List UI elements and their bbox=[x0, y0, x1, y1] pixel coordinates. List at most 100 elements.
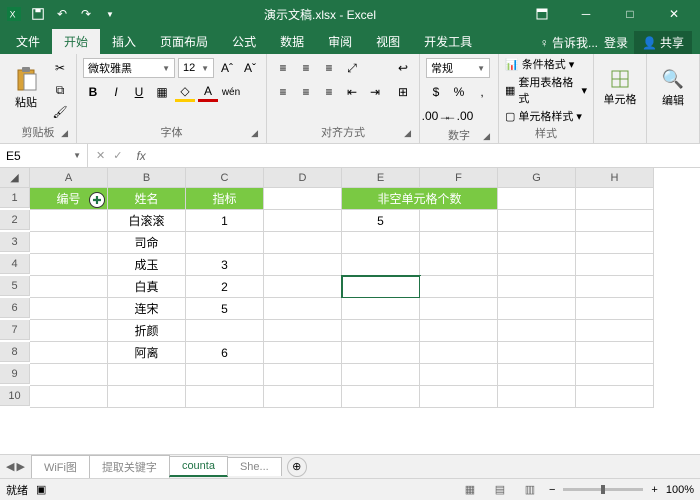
cell-A3[interactable] bbox=[30, 232, 108, 254]
font-color-icon[interactable]: A bbox=[198, 82, 218, 102]
cell-H1[interactable] bbox=[576, 188, 654, 210]
tab-review[interactable]: 审阅 bbox=[316, 29, 364, 54]
row-4[interactable]: 4 bbox=[0, 254, 30, 274]
cell-E3[interactable] bbox=[342, 232, 420, 254]
formula-bar[interactable] bbox=[152, 144, 700, 167]
login-link[interactable]: 登录 bbox=[604, 34, 628, 51]
add-sheet-icon[interactable]: ⊕ bbox=[287, 457, 307, 477]
edit-button[interactable]: 🔍 编辑 bbox=[653, 56, 693, 120]
cell-F5[interactable] bbox=[420, 276, 498, 298]
cell-D7[interactable] bbox=[264, 320, 342, 342]
row-9[interactable]: 9 bbox=[0, 364, 30, 384]
align-top-icon[interactable]: ≡ bbox=[273, 58, 293, 78]
border-icon[interactable]: ▦ bbox=[152, 82, 172, 102]
row-3[interactable]: 3 bbox=[0, 232, 30, 252]
number-launcher-icon[interactable]: ◢ bbox=[483, 131, 490, 142]
cell-F7[interactable] bbox=[420, 320, 498, 342]
cell-B3[interactable]: 司命 bbox=[108, 232, 186, 254]
cell-C5[interactable]: 2 bbox=[186, 276, 264, 298]
row-10[interactable]: 10 bbox=[0, 386, 30, 406]
cut-icon[interactable]: ✂ bbox=[50, 58, 70, 78]
cell-G5[interactable] bbox=[498, 276, 576, 298]
cell-H8[interactable] bbox=[576, 342, 654, 364]
cell-H7[interactable] bbox=[576, 320, 654, 342]
cell-C2[interactable]: 1 bbox=[186, 210, 264, 232]
row-1[interactable]: 1 bbox=[0, 188, 30, 208]
sheet-nav-prev-icon[interactable]: ◀ bbox=[6, 460, 14, 473]
font-name-combo[interactable]: 微软雅黑▼ bbox=[83, 58, 175, 78]
minimize-icon[interactable]: ─ bbox=[564, 0, 608, 28]
underline-icon[interactable]: U bbox=[129, 82, 149, 102]
cell-G6[interactable] bbox=[498, 298, 576, 320]
cell-F8[interactable] bbox=[420, 342, 498, 364]
cell-A5[interactable] bbox=[30, 276, 108, 298]
cells-button[interactable]: 单元格 bbox=[600, 56, 640, 120]
row-7[interactable]: 7 bbox=[0, 320, 30, 340]
row-6[interactable]: 6 bbox=[0, 298, 30, 318]
col-B[interactable]: B bbox=[108, 168, 186, 188]
close-icon[interactable]: ✕ bbox=[652, 0, 696, 28]
cell-D8[interactable] bbox=[264, 342, 342, 364]
accounting-icon[interactable]: $ bbox=[426, 82, 446, 102]
orientation-icon[interactable]: ⤢ bbox=[342, 58, 362, 78]
comma-icon[interactable]: , bbox=[472, 82, 492, 102]
col-D[interactable]: D bbox=[264, 168, 342, 188]
cell-D3[interactable] bbox=[264, 232, 342, 254]
cell-B4[interactable]: 成玉 bbox=[108, 254, 186, 276]
row-8[interactable]: 8 bbox=[0, 342, 30, 362]
enter-formula-icon[interactable]: ✓ bbox=[113, 149, 122, 162]
indent-inc-icon[interactable]: ⇥ bbox=[365, 82, 385, 102]
tell-me[interactable]: ♀ 告诉我... bbox=[540, 34, 598, 51]
font-launcher-icon[interactable]: ◢ bbox=[251, 128, 258, 139]
shrink-font-icon[interactable]: Aˇ bbox=[240, 58, 260, 78]
italic-icon[interactable]: I bbox=[106, 82, 126, 102]
share-button[interactable]: 👤共享 bbox=[634, 31, 692, 54]
cell-E4[interactable] bbox=[342, 254, 420, 276]
cell-G1[interactable] bbox=[498, 188, 576, 210]
save-icon[interactable] bbox=[28, 4, 48, 24]
col-E[interactable]: E bbox=[342, 168, 420, 188]
tab-formulas[interactable]: 公式 bbox=[220, 29, 268, 54]
cell-G2[interactable] bbox=[498, 210, 576, 232]
copy-icon[interactable]: ⧉ bbox=[50, 80, 70, 100]
cell-C4[interactable]: 3 bbox=[186, 254, 264, 276]
col-A[interactable]: A bbox=[30, 168, 108, 188]
cell-D6[interactable] bbox=[264, 298, 342, 320]
redo-icon[interactable]: ↷ bbox=[76, 4, 96, 24]
cell-E5[interactable] bbox=[342, 276, 420, 298]
cell-C6[interactable]: 5 bbox=[186, 298, 264, 320]
cell-B2[interactable]: 白滚滚 bbox=[108, 210, 186, 232]
number-format-combo[interactable]: 常规▼ bbox=[426, 58, 490, 78]
phonetic-icon[interactable]: wén bbox=[221, 82, 241, 102]
view-page-icon[interactable]: ▤ bbox=[489, 481, 511, 499]
view-break-icon[interactable]: ▥ bbox=[519, 481, 541, 499]
font-size-combo[interactable]: 12▼ bbox=[178, 58, 214, 78]
cell-C7[interactable] bbox=[186, 320, 264, 342]
cell-A8[interactable] bbox=[30, 342, 108, 364]
cancel-formula-icon[interactable]: ✕ bbox=[96, 149, 105, 162]
cell-H3[interactable] bbox=[576, 232, 654, 254]
row-5[interactable]: 5 bbox=[0, 276, 30, 296]
col-F[interactable]: F bbox=[420, 168, 498, 188]
cell-F6[interactable] bbox=[420, 298, 498, 320]
cell-E1[interactable]: 非空单元格个数 bbox=[342, 188, 498, 210]
col-C[interactable]: C bbox=[186, 168, 264, 188]
tab-file[interactable]: 文件 bbox=[4, 29, 52, 54]
zoom-slider[interactable] bbox=[563, 488, 643, 491]
tab-data[interactable]: 数据 bbox=[268, 29, 316, 54]
undo-icon[interactable]: ↶ bbox=[52, 4, 72, 24]
tab-layout[interactable]: 页面布局 bbox=[148, 29, 220, 54]
zoom-out-icon[interactable]: − bbox=[549, 484, 555, 496]
cell-C8[interactable]: 6 bbox=[186, 342, 264, 364]
bold-icon[interactable]: B bbox=[83, 82, 103, 102]
table-format-button[interactable]: ▦套用表格格式 ▾ bbox=[505, 74, 587, 106]
cell-H5[interactable] bbox=[576, 276, 654, 298]
cell-G4[interactable] bbox=[498, 254, 576, 276]
cell-B1[interactable]: 姓名 bbox=[108, 188, 186, 210]
align-launcher-icon[interactable]: ◢ bbox=[404, 128, 411, 139]
sheet-tab-more[interactable]: She... bbox=[227, 457, 282, 476]
cell-E7[interactable] bbox=[342, 320, 420, 342]
merge-icon[interactable]: ⊞ bbox=[393, 82, 413, 102]
cell-A6[interactable] bbox=[30, 298, 108, 320]
cell-C3[interactable] bbox=[186, 232, 264, 254]
